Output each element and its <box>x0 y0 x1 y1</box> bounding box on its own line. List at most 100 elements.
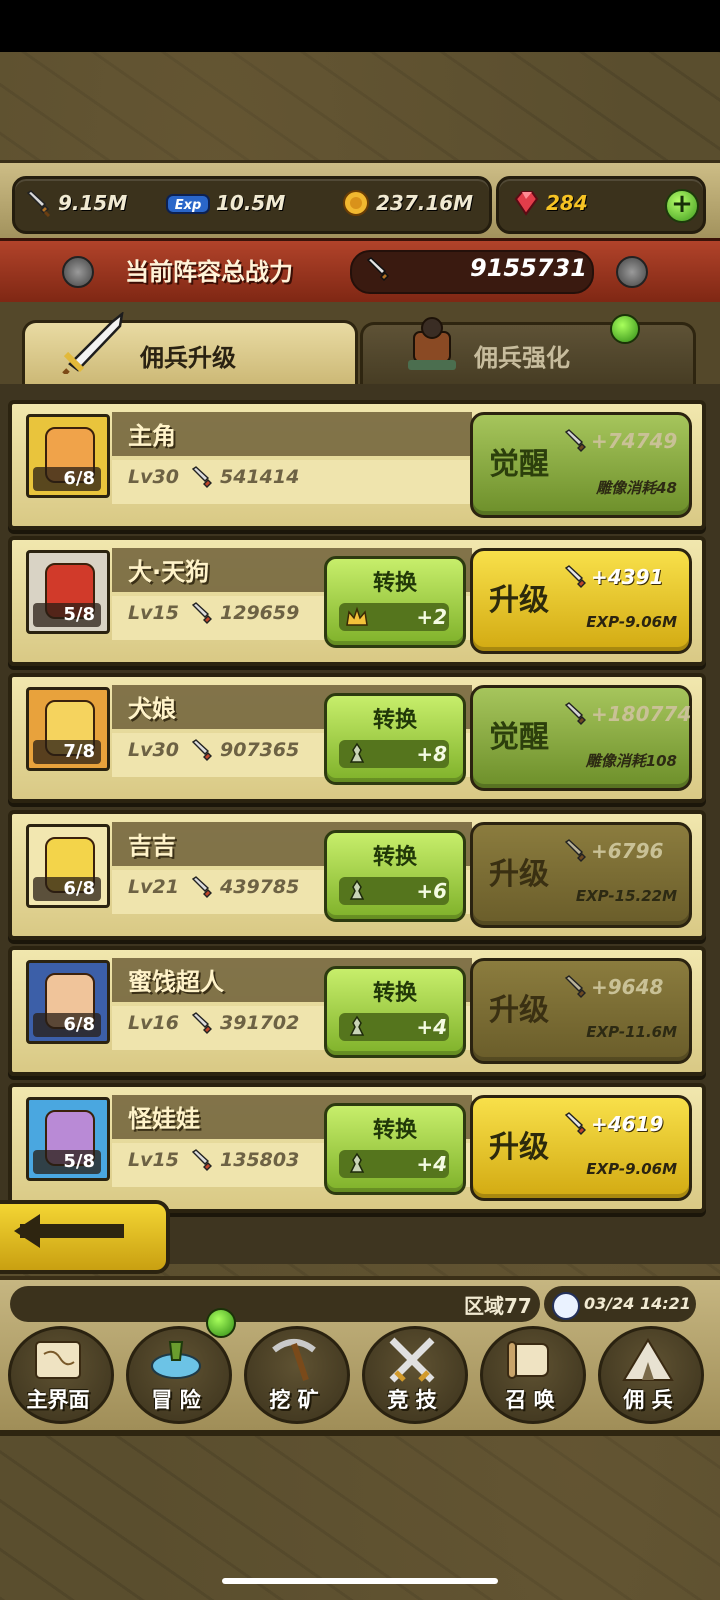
action-cost: EXP-11.6M <box>586 1023 677 1041</box>
hero-power: 541414 <box>220 466 300 488</box>
sword-icon <box>564 565 586 588</box>
gem-value: 284 <box>546 191 588 215</box>
star-count: 5/8 <box>33 603 101 627</box>
nav-label: 竞 技 <box>387 1388 437 1412</box>
attack-value: 9.15M <box>58 191 128 215</box>
power-sword-icon <box>191 1012 212 1034</box>
tent-icon <box>622 1338 674 1381</box>
hero-avatar[interactable]: 7/8 <box>26 687 110 771</box>
sword-icon <box>564 702 586 725</box>
team-power-value: 9155731 <box>470 254 587 282</box>
nav-label: 召 唤 <box>505 1388 555 1412</box>
nav-label: 冒 险 <box>151 1388 201 1412</box>
convert-label: 转换 <box>372 981 417 1006</box>
power-gain: +74749 <box>591 429 678 453</box>
upgrade-button[interactable]: 升级 +4391 EXP-9.06M <box>470 548 692 654</box>
upgrade-button-disabled[interactable]: 升级 +6796 EXP-15.22M <box>470 822 692 928</box>
attack-resource: 9.15M <box>24 188 127 218</box>
power-sword-icon <box>191 876 212 898</box>
hero-power: 129659 <box>220 602 300 624</box>
bolt-icon <box>616 256 648 288</box>
convert-label: 转换 <box>372 845 417 870</box>
home-indicator[interactable] <box>222 1578 498 1584</box>
hero-level: Lv30 <box>128 739 179 761</box>
action-cost: EXP-9.06M <box>586 1160 677 1178</box>
action-cost: EXP-9.06M <box>586 613 677 631</box>
convert-button[interactable]: 转换 +6 <box>324 830 466 922</box>
exp-value: 10.5M <box>216 191 286 215</box>
nav-summon[interactable]: 召 唤 <box>474 1326 586 1424</box>
mercenary-card: 6/8 吉吉 Lv21 439785 转换 +6 升级 +6796 EXP-15… <box>8 810 706 940</box>
statue-icon <box>349 879 365 900</box>
upgrade-button[interactable]: 升级 +4619 EXP-9.06M <box>470 1095 692 1201</box>
nav-mercenary[interactable]: 佣 兵 <box>592 1326 704 1424</box>
nav-adventure[interactable]: 冒 险 <box>120 1326 232 1424</box>
hero-power: 907365 <box>220 739 300 761</box>
hero-avatar[interactable]: 6/8 <box>26 960 110 1044</box>
awaken-button[interactable]: 觉醒 +74749 雕像消耗48 <box>470 412 692 518</box>
sword-icon <box>564 1112 586 1135</box>
time-text: 03/24 14:21 <box>584 1294 691 1313</box>
sword-icon <box>564 429 586 452</box>
awaken-button[interactable]: 觉醒 +180774 雕像消耗108 <box>470 685 692 791</box>
action-label: 升级 <box>489 1130 549 1165</box>
mercenary-card: 5/8 大·天狗 Lv15 129659 转换 +2 升级 +4391 EXP-… <box>8 536 706 666</box>
sword-icon <box>564 975 586 998</box>
nav-mining[interactable]: 挖 矿 <box>238 1326 350 1424</box>
power-sword-icon <box>191 466 212 488</box>
hero-power: 135803 <box>220 1149 300 1171</box>
hero-name: 蜜饯超人 <box>128 968 224 996</box>
statue-icon <box>349 1015 365 1036</box>
convert-value: +4 <box>416 1015 447 1039</box>
gold-resource: 237.16M <box>342 188 473 218</box>
svg-text:Exp: Exp <box>175 198 202 213</box>
convert-label: 转换 <box>372 571 417 596</box>
mercenary-card: 5/8 怪娃娃 Lv15 135803 转换 +4 升级 +4619 EXP-9… <box>8 1083 706 1213</box>
hero-avatar[interactable]: 6/8 <box>26 414 110 498</box>
convert-button[interactable]: 转换 +2 <box>324 556 466 648</box>
star-count: 7/8 <box>33 740 101 764</box>
nav-main[interactable]: 主界面 <box>2 1326 114 1424</box>
nav-label: 主界面 <box>26 1388 90 1412</box>
mercenary-card: 7/8 犬娘 Lv30 907365 转换 +8 觉醒 +180774 雕像消耗… <box>8 673 706 803</box>
action-cost: 雕像消耗108 <box>585 752 677 770</box>
action-label: 觉醒 <box>489 447 549 482</box>
convert-value: +8 <box>416 742 447 766</box>
sword-icon <box>26 190 51 217</box>
convert-button[interactable]: 转换 +8 <box>324 693 466 785</box>
nav-arena[interactable]: 竞 技 <box>356 1326 468 1424</box>
add-gems-button[interactable]: + <box>665 189 699 223</box>
convert-label: 转换 <box>372 1118 417 1143</box>
power-sword-icon <box>191 739 212 761</box>
convert-button[interactable]: 转换 +4 <box>324 966 466 1058</box>
hero-level: Lv15 <box>128 602 179 624</box>
notification-dot <box>610 314 640 344</box>
power-gain: +6796 <box>591 839 664 863</box>
back-arrow-head-icon <box>14 1214 40 1248</box>
upgrade-button-disabled[interactable]: 升级 +9648 EXP-11.6M <box>470 958 692 1064</box>
sword-icon <box>366 257 390 282</box>
power-gain: +4391 <box>591 565 664 589</box>
star-count: 6/8 <box>33 1013 101 1037</box>
action-label: 觉醒 <box>489 720 549 755</box>
exp-icon: Exp <box>166 194 210 214</box>
tab-mercenary-enhance-label: 佣兵强化 <box>474 344 570 372</box>
region-label: 区域77 <box>464 1294 532 1318</box>
mercenary-card: 6/8 蜜饯超人 Lv16 391702 转换 +4 升级 +9648 EXP-… <box>8 946 706 1076</box>
map-scroll-icon <box>35 1341 81 1379</box>
convert-label: 转换 <box>372 708 417 733</box>
tab-mercenary-upgrade-label: 佣兵升级 <box>140 344 236 372</box>
power-gain: +4619 <box>591 1112 664 1136</box>
convert-button[interactable]: 转换 +4 <box>324 1103 466 1195</box>
hero-avatar[interactable]: 5/8 <box>26 1097 110 1181</box>
mercenary-card: 6/8 主角 Lv30 541414 觉醒 +74749 雕像消耗48 <box>8 400 706 530</box>
hero-avatar[interactable]: 6/8 <box>26 824 110 908</box>
convert-value: +4 <box>416 1152 447 1176</box>
crossed-swords-icon <box>389 1337 435 1383</box>
hero-name: 怪娃娃 <box>128 1105 200 1133</box>
gold-coin-icon <box>343 190 369 216</box>
team-power-label: 当前阵容总战力 <box>125 258 293 286</box>
hero-power: 439785 <box>220 876 300 898</box>
hero-avatar[interactable]: 5/8 <box>26 550 110 634</box>
action-cost: EXP-15.22M <box>575 887 677 905</box>
